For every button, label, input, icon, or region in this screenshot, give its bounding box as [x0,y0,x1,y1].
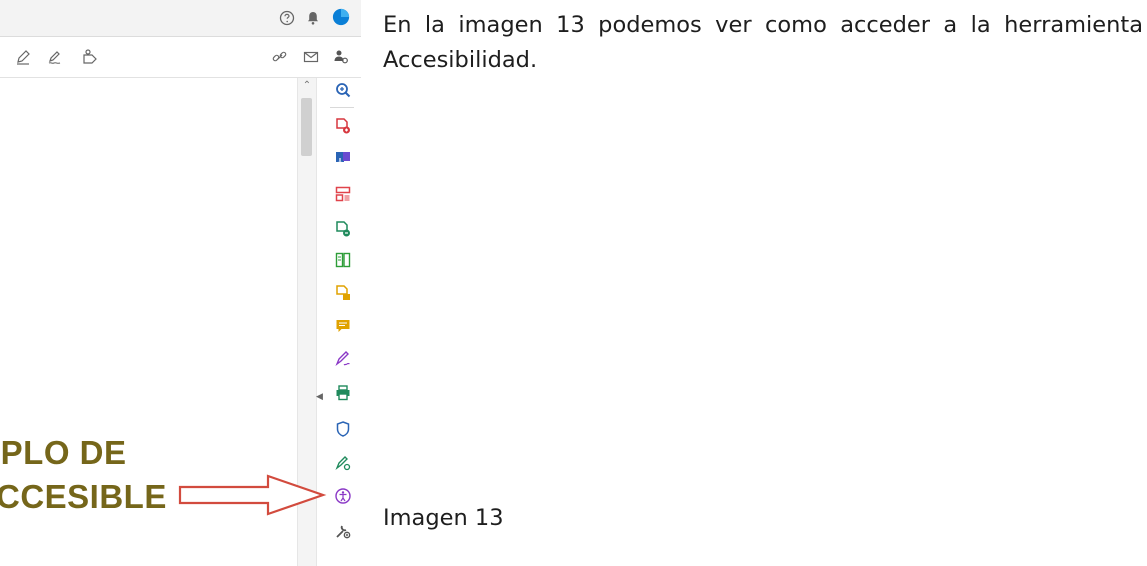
document-text-line-1: IPLO DE [0,434,127,471]
quick-tools-toolbar [0,37,361,78]
draw-freeform-icon[interactable] [45,47,65,67]
request-signature-icon[interactable] [333,453,353,473]
print-production-icon[interactable] [333,383,353,403]
export-pdf-icon[interactable] [333,148,353,168]
share-link-icon[interactable] [270,47,290,67]
add-user-icon[interactable] [331,47,351,67]
top-bar [0,0,361,37]
document-text-line-2: CCESIBLE [0,478,167,515]
protect-icon[interactable] [333,419,353,439]
tools-rail [324,78,361,566]
user-avatar-icon[interactable] [331,7,351,27]
stamp-icon[interactable] [80,47,100,67]
annotation-arrow [178,474,327,516]
edit-pdf-icon[interactable] [333,250,353,270]
more-tools-icon[interactable] [333,521,353,541]
figure-caption: Imagen 13 [383,505,504,531]
scrollbar-thumb[interactable] [301,98,312,156]
acrobat-screenshot: ⌃ ◀ IPLO DE CCESIBLE [0,0,361,566]
rail-divider [330,107,354,108]
body-paragraph: En la imagen 13 podemos ver como acceder… [383,12,1143,73]
notifications-bell-icon[interactable] [303,8,323,28]
help-icon[interactable] [277,8,297,28]
create-pdf-icon[interactable] [333,116,353,136]
email-icon[interactable] [301,47,321,67]
combine-files-icon[interactable] [333,219,353,239]
fill-sign-icon[interactable] [333,349,353,369]
highlight-pen-icon[interactable] [13,47,33,67]
zoom-icon[interactable] [333,80,353,100]
scroll-up-arrow[interactable]: ⌃ [302,81,312,91]
collapse-panel-arrow[interactable]: ◀ [316,390,324,402]
accessibility-icon[interactable] [333,486,353,506]
organize-pages-icon[interactable] [333,184,353,204]
comment-icon[interactable] [333,316,353,336]
scan-ocr-icon[interactable] [333,283,353,303]
